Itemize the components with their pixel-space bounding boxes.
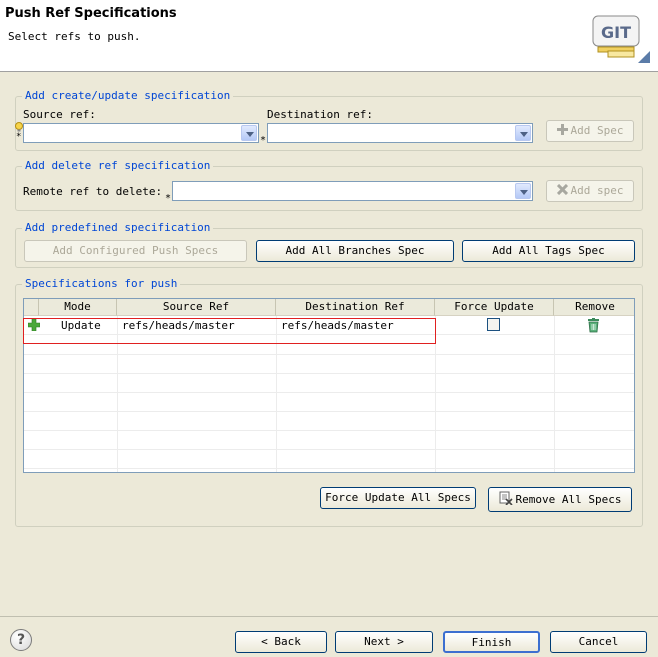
delete-ref-group-title: Add delete ref specification xyxy=(22,159,214,173)
create-update-group-title: Add create/update specification xyxy=(22,89,234,103)
row-highlight-box xyxy=(23,318,436,344)
add-spec-button-label: Add Spec xyxy=(570,124,624,137)
add-delete-spec-button-label: Add spec xyxy=(570,184,624,197)
column-header-source-ref[interactable]: Source Ref xyxy=(117,299,276,316)
help-icon[interactable]: ? xyxy=(10,629,32,651)
specifications-group-title: Specifications for push xyxy=(22,277,181,291)
page-title: Push Ref Specifications xyxy=(5,6,177,21)
empty-table-row xyxy=(24,431,634,450)
destination-ref-combo[interactable] xyxy=(267,123,533,143)
add-delete-spec-button[interactable]: Add spec xyxy=(546,180,634,202)
predefined-group-title: Add predefined specification xyxy=(22,221,214,235)
finish-button[interactable]: Finish xyxy=(443,631,540,653)
table-header-blank xyxy=(24,299,39,316)
git-logo-icon: GIT xyxy=(592,15,650,63)
column-header-force-update[interactable]: Force Update xyxy=(435,299,554,316)
force-update-checkbox[interactable] xyxy=(487,318,500,331)
remote-ref-label: Remote ref to delete: xyxy=(23,185,163,198)
git-logo-text: GIT xyxy=(601,23,631,42)
destination-ref-dropdown-icon[interactable] xyxy=(515,125,531,141)
remove-all-specs-button-label: Remove All Specs xyxy=(515,493,622,506)
force-update-all-specs-button[interactable]: Force Update All Specs xyxy=(320,487,476,509)
add-all-tags-spec-button[interactable]: Add All Tags Spec xyxy=(462,240,635,262)
empty-table-row xyxy=(24,374,634,393)
source-ref-combo[interactable] xyxy=(23,123,259,143)
empty-table-row xyxy=(24,412,634,431)
add-spec-button[interactable]: Add Spec xyxy=(546,120,634,142)
destination-ref-label: Destination ref: xyxy=(267,108,373,121)
plus-icon xyxy=(556,124,568,135)
next-button[interactable]: Next > xyxy=(335,631,433,653)
page-description: Select refs to push. xyxy=(8,30,141,43)
required-marker: * xyxy=(260,135,267,146)
lightbulb-icon: * xyxy=(15,122,23,139)
wizard-header: Push Ref Specifications Select refs to p… xyxy=(0,0,658,72)
required-marker: * xyxy=(165,193,172,204)
cancel-button[interactable]: Cancel xyxy=(550,631,647,653)
trash-icon[interactable] xyxy=(587,318,600,333)
remote-ref-dropdown-icon[interactable] xyxy=(515,183,531,199)
source-ref-dropdown-icon[interactable] xyxy=(241,125,257,141)
column-header-remove[interactable]: Remove xyxy=(554,299,634,316)
empty-table-row xyxy=(24,393,634,412)
add-all-branches-spec-button[interactable]: Add All Branches Spec xyxy=(256,240,454,262)
empty-table-row xyxy=(24,355,634,374)
remove-all-specs-button[interactable]: Remove All Specs xyxy=(488,487,632,512)
footer-separator xyxy=(0,616,658,617)
back-button[interactable]: < Back xyxy=(235,631,327,653)
empty-table-row xyxy=(24,450,634,469)
remove-all-icon xyxy=(499,491,513,506)
column-header-mode[interactable]: Mode xyxy=(39,299,117,316)
column-header-destination-ref[interactable]: Destination Ref xyxy=(276,299,435,316)
add-configured-push-specs-button[interactable]: Add Configured Push Specs xyxy=(24,240,247,262)
delete-x-icon xyxy=(556,183,568,196)
svg-text:*: * xyxy=(16,132,21,139)
remote-ref-combo[interactable] xyxy=(172,181,533,201)
source-ref-label: Source ref: xyxy=(23,108,96,121)
